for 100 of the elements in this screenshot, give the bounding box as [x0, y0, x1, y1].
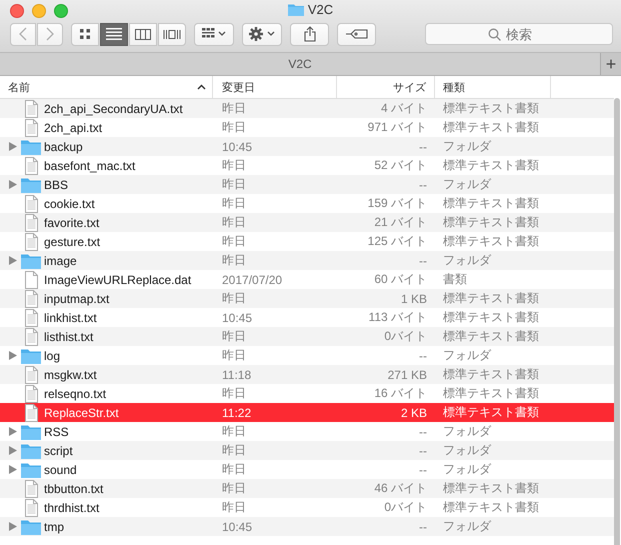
file-row[interactable]: backup 10:45 -- フォルダ: [0, 137, 614, 156]
file-kind: フォルダ: [443, 461, 491, 478]
search-field[interactable]: 検索: [425, 23, 613, 45]
file-size: --: [419, 140, 427, 154]
forward-button[interactable]: [37, 22, 63, 46]
file-kind: 標準テキスト書類: [443, 233, 539, 250]
file-size: 4 バイト: [380, 100, 427, 117]
file-name: favorite.txt: [44, 216, 100, 230]
file-row[interactable]: ReplaceStr.txt 11:22 2 KB 標準テキスト書類: [0, 403, 614, 422]
file-size: 46 バイト: [374, 480, 427, 497]
arrange-caret-icon: [202, 28, 226, 40]
file-name: listhist.txt: [44, 330, 94, 344]
file-row[interactable]: 2ch_api.txt 昨日 971 バイト 標準テキスト書類: [0, 118, 614, 137]
window-title: V2C: [308, 2, 334, 17]
file-row[interactable]: gesture.txt 昨日 125 バイト 標準テキスト書類: [0, 232, 614, 251]
chevron-right-icon: [46, 27, 54, 41]
folder-icon: [21, 252, 41, 268]
disclosure-triangle-icon[interactable]: [9, 522, 17, 531]
modified-date: 昨日: [222, 461, 246, 478]
column-header[interactable]: 変更日: [213, 76, 337, 98]
file-row[interactable]: basefont_mac.txt 昨日 52 バイト 標準テキスト書類: [0, 156, 614, 175]
view-button[interactable]: [100, 22, 128, 46]
modified-date: 昨日: [222, 385, 246, 402]
file-kind: フォルダ: [443, 138, 491, 155]
file-size: --: [419, 254, 427, 268]
search-icon: [488, 28, 501, 41]
modified-date: 10:45: [222, 520, 252, 534]
disclosure-triangle-icon[interactable]: [9, 465, 17, 474]
file-row[interactable]: favorite.txt 昨日 21 バイト 標準テキスト書類: [0, 213, 614, 232]
file-size: 159 バイト: [368, 195, 427, 212]
view-button[interactable]: [71, 22, 99, 46]
folder-icon: [21, 442, 41, 458]
column-header[interactable]: 種類: [435, 76, 551, 98]
file-kind: フォルダ: [443, 176, 491, 193]
columns-icon: [135, 28, 151, 40]
file-row[interactable]: linkhist.txt 10:45 113 バイト 標準テキスト書類: [0, 308, 614, 327]
file-kind: 書類: [443, 271, 467, 288]
modified-date: 昨日: [222, 214, 246, 231]
disclosure-triangle-icon[interactable]: [9, 427, 17, 436]
file-size: 271 KB: [388, 368, 427, 382]
column-header[interactable]: 名前: [0, 76, 213, 98]
file-row[interactable]: listhist.txt 昨日 0バイト 標準テキスト書類: [0, 327, 614, 346]
folder-icon: [21, 176, 41, 192]
file-name: ImageViewURLReplace.dat: [44, 272, 192, 286]
file-row[interactable]: cookie.txt 昨日 159 バイト 標準テキスト書類: [0, 194, 614, 213]
file-name: basefont_mac.txt: [44, 158, 136, 172]
file-name: inputmap.txt: [44, 292, 110, 306]
gear-caret-icon: [249, 27, 275, 41]
file-size: --: [419, 444, 427, 458]
file-kind: フォルダ: [443, 423, 491, 440]
file-row[interactable]: tmp 10:45 -- フォルダ: [0, 517, 614, 536]
file-name: linkhist.txt: [44, 310, 97, 324]
file-name: cookie.txt: [44, 196, 95, 210]
back-button[interactable]: [10, 22, 36, 46]
disclosure-triangle-icon[interactable]: [9, 256, 17, 265]
file-row[interactable]: inputmap.txt 昨日 1 KB 標準テキスト書類: [0, 289, 614, 308]
scrollbar-thumb[interactable]: [614, 98, 620, 545]
file-row[interactable]: sound 昨日 -- フォルダ: [0, 460, 614, 479]
list-icon: [106, 28, 122, 40]
file-size: --: [419, 348, 427, 362]
folder-icon: [288, 3, 304, 16]
folder-icon: [21, 348, 41, 364]
disclosure-triangle-icon[interactable]: [9, 351, 17, 360]
file-kind: 標準テキスト書類: [443, 499, 539, 516]
file-row[interactable]: RSS 昨日 -- フォルダ: [0, 422, 614, 441]
file-row[interactable]: ImageViewURLReplace.dat 2017/07/20 60 バイト 書類: [0, 270, 614, 289]
action-button[interactable]: [242, 22, 282, 46]
file-size: 52 バイト: [374, 157, 427, 174]
column-header[interactable]: サイズ: [337, 76, 435, 98]
file-row[interactable]: script 昨日 -- フォルダ: [0, 441, 614, 460]
modified-date: 昨日: [222, 119, 246, 136]
new-tab-button[interactable]: +: [600, 53, 621, 75]
file-row[interactable]: tbbutton.txt 昨日 46 バイト 標準テキスト書類: [0, 479, 614, 498]
file-row[interactable]: 2ch_api_SecondaryUA.txt 昨日 4 バイト 標準テキスト書類: [0, 99, 614, 118]
file-kind: フォルダ: [443, 442, 491, 459]
close-button[interactable]: [10, 4, 24, 18]
zoom-button[interactable]: [54, 4, 68, 18]
disclosure-triangle-icon[interactable]: [9, 142, 17, 151]
file-row[interactable]: thrdhist.txt 昨日 0バイト 標準テキスト書類: [0, 498, 614, 517]
chevron-left-icon: [19, 27, 27, 41]
tab[interactable]: V2C: [0, 53, 600, 75]
file-row[interactable]: log 昨日 -- フォルダ: [0, 346, 614, 365]
share-button[interactable]: [290, 22, 329, 46]
file-row[interactable]: BBS 昨日 -- フォルダ: [0, 175, 614, 194]
file-row[interactable]: msgkw.txt 11:18 271 KB 標準テキスト書類: [0, 365, 614, 384]
disclosure-triangle-icon[interactable]: [9, 446, 17, 455]
modified-date: 昨日: [222, 176, 246, 193]
file-row[interactable]: image 昨日 -- フォルダ: [0, 251, 614, 270]
view-button[interactable]: [158, 22, 186, 46]
file-row[interactable]: relseqno.txt 昨日 16 バイト 標準テキスト書類: [0, 384, 614, 403]
file-kind: 標準テキスト書類: [443, 309, 539, 326]
view-button[interactable]: [129, 22, 157, 46]
arrange-button[interactable]: [194, 22, 234, 46]
tags-button[interactable]: [337, 22, 376, 46]
file-size: 16 バイト: [374, 385, 427, 402]
file-name: relseqno.txt: [44, 386, 106, 400]
tag-icon: [346, 29, 368, 39]
minimize-button[interactable]: [32, 4, 46, 18]
disclosure-triangle-icon[interactable]: [9, 180, 17, 189]
file-size: --: [419, 178, 427, 192]
